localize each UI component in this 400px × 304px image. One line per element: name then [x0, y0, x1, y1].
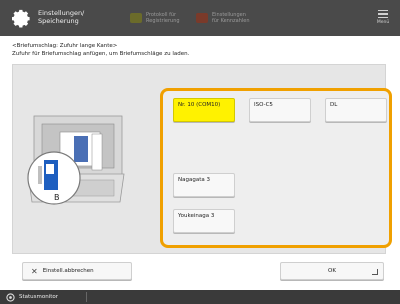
menu-button[interactable]: Menü — [374, 8, 392, 25]
envelope-option-dl[interactable]: DL — [325, 98, 387, 122]
envelope-option-youkeinaga-3[interactable]: Youkeinaga 3 — [173, 209, 235, 233]
gear-icon — [12, 9, 30, 28]
illustration-label: B — [54, 193, 60, 202]
instruction-text: <Briefumschlag: Zufuhr lange Kante> Zufu… — [12, 42, 189, 58]
envelope-option-iso-c5[interactable]: ISO-C5 — [249, 98, 311, 122]
instruction-line-2: Zufuhr für Briefumschlag anfügen, um Bri… — [12, 51, 190, 57]
tab-key-figures[interactable]: Einstellungen für Kennzahlen — [196, 10, 252, 26]
ok-label: OK — [328, 268, 336, 274]
status-monitor-bar[interactable]: Statusmonitor — [0, 290, 400, 304]
status-divider — [86, 292, 87, 302]
envelope-type-selector: Nr. 10 (COM10) ISO-C5 DL Nagagata 3 Youk… — [160, 88, 392, 248]
status-monitor-icon — [6, 292, 15, 302]
option-label: ISO-C5 — [254, 102, 273, 108]
cancel-label: Einstell.abbrechen — [42, 268, 94, 274]
menu-label: Menü — [376, 19, 390, 25]
cancel-settings-button[interactable]: ✕ Einstell.abbrechen — [22, 262, 132, 280]
enter-corner-icon — [372, 269, 378, 275]
option-label: Youkeinaga 3 — [178, 213, 215, 219]
tab-label: Einstellungen für Kennzahlen — [212, 12, 250, 24]
header-bar: Einstellungen/ Speicherung Protokoll für… — [0, 0, 400, 36]
instruction-line-1: <Briefumschlag: Zufuhr lange Kante> — [12, 43, 118, 49]
option-label: Nr. 10 (COM10) — [178, 102, 221, 108]
close-icon: ✕ — [31, 266, 38, 276]
envelope-option-nagagata-3[interactable]: Nagagata 3 — [173, 173, 235, 197]
registration-icon — [130, 13, 142, 23]
envelope-option-com10[interactable]: Nr. 10 (COM10) — [173, 98, 235, 122]
envelope-tray-illustration: B — [24, 110, 128, 218]
header-title: Einstellungen/ Speicherung — [38, 9, 85, 25]
tab-protocol-registration[interactable]: Protokoll für Registrierung — [130, 10, 186, 26]
tab-label: Protokoll für Registrierung — [146, 12, 180, 24]
option-label: Nagagata 3 — [178, 177, 210, 183]
key-figures-icon — [196, 13, 208, 23]
option-label: DL — [330, 102, 338, 108]
status-monitor-label: Statusmonitor — [19, 294, 59, 300]
menu-icon — [374, 10, 392, 18]
ok-button[interactable]: OK — [280, 262, 384, 280]
